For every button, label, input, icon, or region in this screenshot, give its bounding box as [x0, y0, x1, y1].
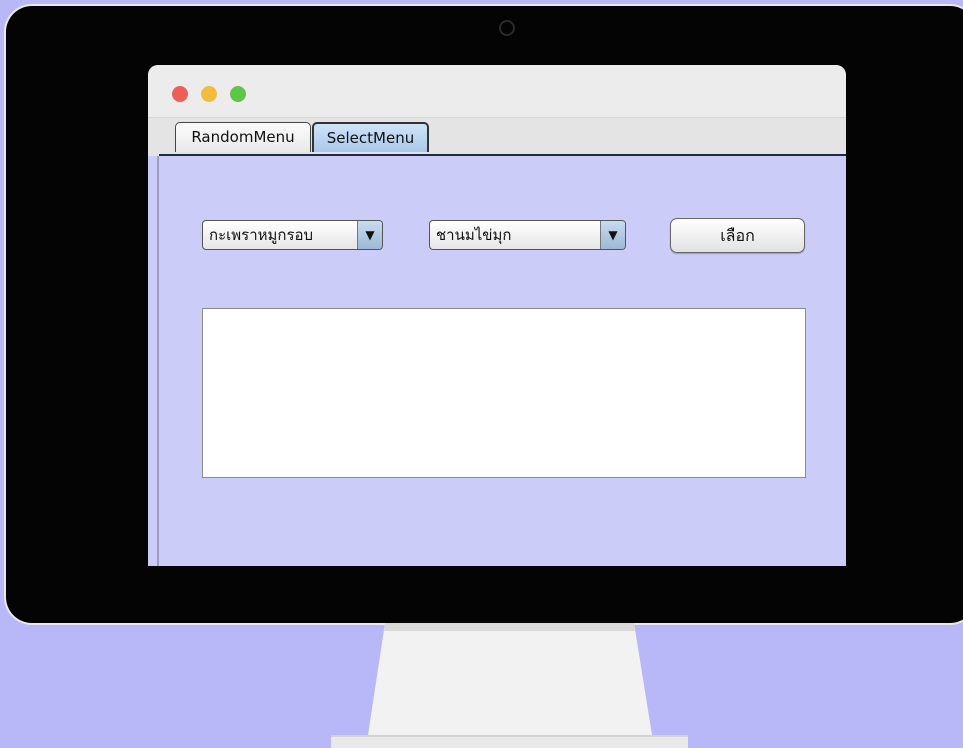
monitor-stand-base [331, 735, 688, 748]
app-window: RandomMenu SelectMenu กะเพราหมูกรอบ ▼ ชา… [148, 65, 846, 566]
chevron-down-icon[interactable]: ▼ [600, 221, 625, 249]
food-dropdown[interactable]: กะเพราหมูกรอบ ▼ [202, 220, 383, 250]
minimize-window-button[interactable] [201, 86, 217, 102]
camera-icon [499, 20, 515, 36]
close-window-button[interactable] [172, 86, 188, 102]
maximize-window-button[interactable] [230, 86, 246, 102]
monitor-screen: RandomMenu SelectMenu กะเพราหมูกรอบ ▼ ชา… [148, 65, 854, 566]
drink-dropdown-value: ชานมไข่มุก [436, 226, 512, 244]
drink-dropdown[interactable]: ชานมไข่มุก ▼ [429, 220, 626, 250]
result-text-area[interactable] [202, 308, 806, 478]
choose-button[interactable]: เลือก [670, 218, 805, 253]
tab-random-menu[interactable]: RandomMenu [175, 122, 311, 152]
food-dropdown-value: กะเพราหมูกรอบ [209, 226, 314, 244]
monitor-stand-neck [368, 623, 652, 735]
chevron-down-icon[interactable]: ▼ [357, 221, 382, 249]
title-bar[interactable] [148, 65, 846, 118]
monitor-stand-shadow [384, 623, 635, 631]
tab-select-menu[interactable]: SelectMenu [312, 122, 429, 152]
